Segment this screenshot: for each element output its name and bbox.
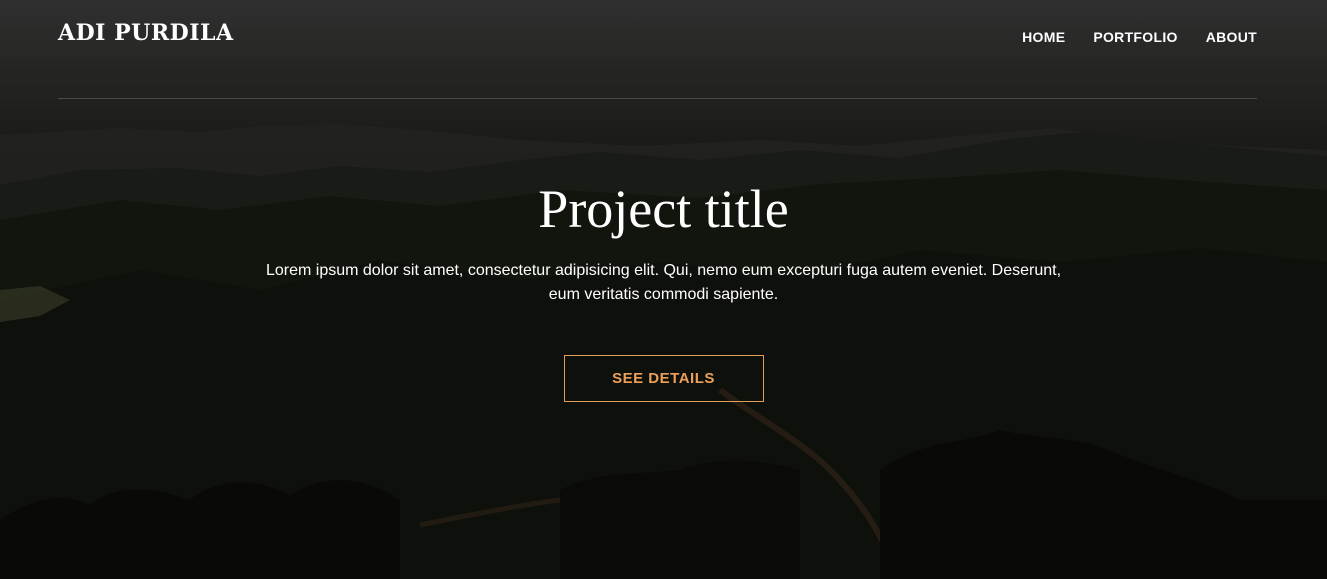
nav-item-portfolio[interactable]: PORTFOLIO [1093,29,1177,45]
see-details-button[interactable]: SEE DETAILS [563,355,764,402]
hero-section: ADI PURDILA HOME PORTFOLIO ABOUT Project… [0,0,1327,579]
project-title: Project title [538,179,789,239]
nav-menu: HOME PORTFOLIO ABOUT [1022,29,1257,45]
hero-content: Project title Lorem ipsum dolor sit amet… [0,176,1327,402]
top-navigation: ADI PURDILA HOME PORTFOLIO ABOUT [58,0,1257,99]
nav-item-about[interactable]: ABOUT [1206,29,1257,45]
nav-item-home[interactable]: HOME [1022,29,1065,45]
project-description: Lorem ipsum dolor sit amet, consectetur … [265,262,1062,303]
brand-logo[interactable]: ADI PURDILA [58,20,234,46]
